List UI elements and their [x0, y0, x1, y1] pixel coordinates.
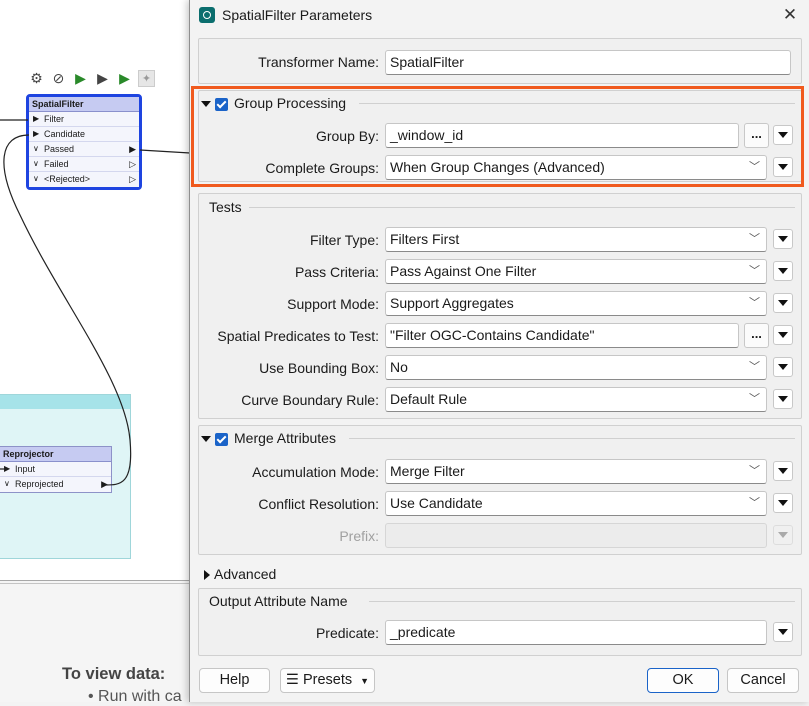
merge-attributes-header[interactable]: Merge Attributes [201, 430, 336, 446]
accumulation-mode-select[interactable]: Merge Filter ﹀ [385, 459, 767, 484]
presets-icon: ☰ [285, 672, 299, 688]
conflict-resolution-menu-button[interactable] [773, 493, 793, 513]
help-bullet-text: Run with ca [98, 688, 182, 705]
support-mode-label: Support Mode: [287, 296, 379, 312]
presets-label: Presets [302, 672, 353, 688]
presets-button[interactable]: ☰ Presets ▼ [280, 668, 375, 693]
output-attribute-title: Output Attribute Name [209, 593, 348, 609]
spatial-predicates-label: Spatial Predicates to Test: [217, 328, 379, 344]
conflict-resolution-value: Use Candidate [390, 495, 483, 511]
curve-boundary-label: Curve Boundary Rule: [241, 392, 379, 408]
pass-criteria-select[interactable]: Pass Against One Filter ﹀ [385, 259, 767, 284]
curve-boundary-value: Default Rule [390, 391, 468, 407]
transformer-name-label: Transformer Name: [258, 54, 379, 70]
help-bullet: • Run with ca [88, 688, 182, 705]
prefix-input [385, 523, 767, 548]
chevron-down-icon: ▼ [360, 676, 370, 686]
help-button[interactable]: Help [199, 668, 270, 693]
advanced-section[interactable]: Advanced [198, 565, 802, 585]
ok-button[interactable]: OK [647, 668, 719, 693]
chevron-down-icon: ﹀ [749, 265, 760, 277]
filter-type-label: Filter Type: [310, 232, 379, 248]
tests-title: Tests [209, 199, 242, 215]
highlight-box [191, 86, 804, 187]
chevron-down-icon: ﹀ [749, 497, 760, 509]
bounding-box-menu-button[interactable] [773, 357, 793, 377]
collapse-triangle-icon[interactable] [201, 436, 211, 443]
curve-boundary-select[interactable]: Default Rule ﹀ [385, 387, 767, 412]
predicate-input[interactable]: _predicate [385, 620, 767, 645]
app-icon [199, 7, 215, 23]
bounding-box-select[interactable]: No ﹀ [385, 355, 767, 380]
output-attribute-panel: Output Attribute Name Predicate: _predic… [198, 588, 802, 656]
chevron-down-icon: ﹀ [749, 361, 760, 373]
help-heading: To view data: [62, 665, 166, 683]
chevron-down-icon: ﹀ [749, 297, 760, 309]
spatial-predicates-input[interactable]: "Filter OGC-Contains Candidate" [385, 323, 739, 348]
merge-attributes-panel: Merge Attributes Accumulation Mode: Merg… [198, 425, 802, 555]
transformer-name-input[interactable]: SpatialFilter [385, 50, 791, 75]
pass-criteria-label: Pass Criteria: [294, 264, 379, 280]
predicate-menu-button[interactable] [773, 622, 793, 642]
transformer-name-panel: Transformer Name: SpatialFilter [198, 38, 802, 84]
filter-type-menu-button[interactable] [773, 229, 793, 249]
support-mode-menu-button[interactable] [773, 293, 793, 313]
predicate-label: Predicate: [315, 625, 379, 641]
advanced-header[interactable]: Advanced [204, 566, 276, 582]
expand-triangle-icon[interactable] [204, 570, 210, 581]
filter-type-select[interactable]: Filters First ﹀ [385, 227, 767, 252]
chevron-down-icon: ﹀ [749, 393, 760, 405]
accumulation-mode-value: Merge Filter [390, 463, 465, 479]
support-mode-value: Support Aggregates [390, 295, 514, 311]
accumulation-mode-menu-button[interactable] [773, 461, 793, 481]
connection-lines [0, 119, 191, 486]
dialog-titlebar[interactable]: SpatialFilter Parameters ✕ [190, 0, 809, 30]
support-mode-select[interactable]: Support Aggregates ﹀ [385, 291, 767, 316]
pass-criteria-value: Pass Against One Filter [390, 263, 537, 279]
advanced-title: Advanced [214, 566, 277, 582]
prefix-menu-button [773, 525, 793, 545]
conflict-resolution-label: Conflict Resolution: [258, 496, 379, 512]
merge-attributes-title: Merge Attributes [234, 430, 336, 446]
close-icon[interactable]: ✕ [779, 4, 801, 26]
accumulation-mode-label: Accumulation Mode: [252, 464, 379, 480]
tests-panel: Tests Filter Type: Filters First ﹀ Pass C… [198, 193, 802, 419]
filter-type-value: Filters First [390, 231, 460, 247]
chevron-down-icon: ﹀ [749, 233, 760, 245]
spatial-predicates-dots-button[interactable]: ... [744, 323, 769, 348]
spatial-predicates-menu-button[interactable] [773, 325, 793, 345]
curve-boundary-menu-button[interactable] [773, 389, 793, 409]
conflict-resolution-select[interactable]: Use Candidate ﹀ [385, 491, 767, 516]
merge-attributes-checkbox[interactable] [215, 432, 228, 446]
bounding-box-label: Use Bounding Box: [259, 360, 379, 376]
dialog-title: SpatialFilter Parameters [222, 7, 373, 23]
prefix-label: Prefix: [339, 528, 379, 544]
cancel-button[interactable]: Cancel [727, 668, 799, 693]
bounding-box-value: No [390, 359, 408, 375]
chevron-down-icon: ﹀ [749, 465, 760, 477]
pass-criteria-menu-button[interactable] [773, 261, 793, 281]
